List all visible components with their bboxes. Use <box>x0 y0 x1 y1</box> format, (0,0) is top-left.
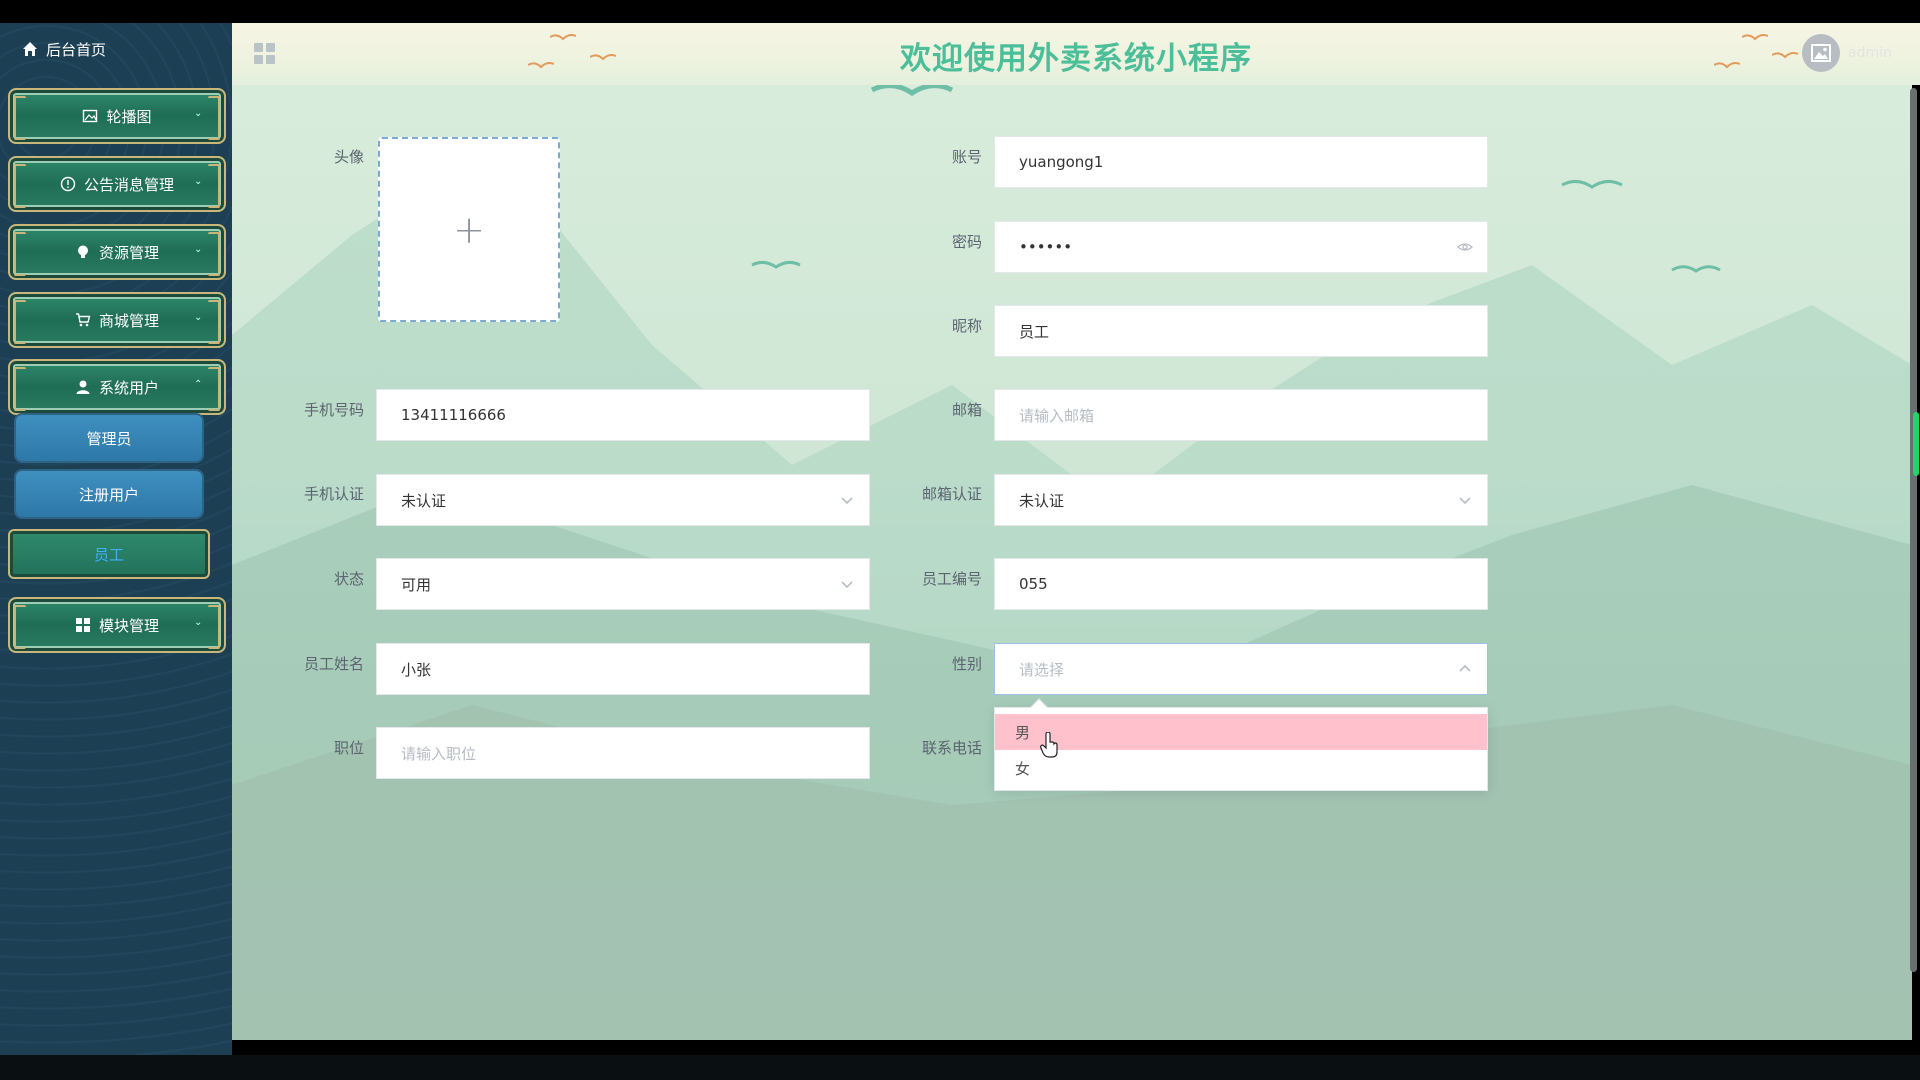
gender-option-female[interactable]: 女 <box>995 750 1487 786</box>
sidebar-subitem-label: 员工 <box>93 545 124 564</box>
option-label: 女 <box>1015 759 1031 778</box>
contact-label: 联系电话 <box>921 739 982 757</box>
sidebar-item-system-users[interactable]: 系统用户 ⌃ <box>8 359 226 415</box>
position-placeholder: 请输入职位 <box>401 744 477 763</box>
screen-top-bar <box>0 0 1920 23</box>
employee-no-value: 055 <box>1019 575 1048 593</box>
sidebar-item-label: 资源管理 <box>98 243 159 262</box>
username[interactable]: admin <box>1848 45 1892 61</box>
avatar[interactable] <box>1802 34 1840 72</box>
chevron-down-icon: ⌄ <box>194 617 203 628</box>
sidebar-subitem-label: 注册用户 <box>78 485 139 504</box>
account-value: yuangong1 <box>1019 153 1104 171</box>
gender-option-male[interactable]: 男 <box>995 714 1487 750</box>
sidebar-home-label: 后台首页 <box>46 40 107 59</box>
sidebar-subitem-employees[interactable]: 员工 <box>8 529 210 579</box>
plus-icon: + <box>453 207 485 252</box>
password-value: •••••• <box>1019 238 1073 256</box>
nickname-label: 昵称 <box>951 317 982 335</box>
email-label: 邮箱 <box>951 401 982 419</box>
nickname-input[interactable]: 员工 <box>994 305 1488 357</box>
sidebar-item-shop[interactable]: 商城管理 ⌄ <box>8 292 226 348</box>
employee-no-input[interactable]: 055 <box>994 558 1488 610</box>
status-value: 可用 <box>401 575 432 594</box>
header: 欢迎使用外卖系统小程序 admin <box>232 23 1920 85</box>
chevron-up-icon <box>1459 664 1471 672</box>
hand-cursor-icon <box>1040 732 1058 758</box>
account-label: 账号 <box>951 148 982 166</box>
sidebar-item-carousel[interactable]: 轮播图 ⌄ <box>8 88 226 144</box>
password-label: 密码 <box>951 233 982 251</box>
sidebar-item-label: 模块管理 <box>98 616 159 635</box>
phone-label: 手机号码 <box>303 401 364 419</box>
sidebar-item-resources[interactable]: 资源管理 ⌄ <box>8 224 226 280</box>
gender-dropdown: 男 女 <box>994 698 1488 791</box>
account-input[interactable]: yuangong1 <box>994 136 1488 188</box>
phone-verify-label: 手机认证 <box>303 485 364 503</box>
home-icon <box>23 42 37 56</box>
chevron-up-icon: ⌃ <box>194 379 203 390</box>
eye-icon[interactable] <box>1457 239 1473 255</box>
email-placeholder: 请输入邮箱 <box>1019 406 1095 425</box>
sidebar-item-label: 轮播图 <box>106 107 152 126</box>
avatar-label: 头像 <box>333 148 364 166</box>
sidebar-item-label: 公告消息管理 <box>83 175 174 194</box>
password-input[interactable]: •••••• <box>994 221 1488 273</box>
option-label: 男 <box>1015 723 1031 742</box>
chevron-down-icon <box>841 581 853 589</box>
phone-input[interactable]: 13411116666 <box>376 389 870 441</box>
grid-icon <box>75 618 90 632</box>
chevron-down-icon: ⌄ <box>194 108 203 119</box>
info-icon <box>60 176 76 192</box>
sidebar-home-link[interactable]: 后台首页 <box>22 37 106 61</box>
employee-name-input[interactable]: 小张 <box>376 643 870 695</box>
user-icon <box>76 380 90 394</box>
chevron-down-icon: ⌄ <box>194 312 203 323</box>
chevron-down-icon <box>1459 497 1471 505</box>
position-label: 职位 <box>333 739 364 757</box>
chevron-down-icon: ⌄ <box>194 244 203 255</box>
status-label: 状态 <box>333 570 364 588</box>
cart-icon <box>75 313 91 327</box>
chevron-down-icon: ⌄ <box>194 176 203 187</box>
phone-verify-select[interactable]: 未认证 <box>376 474 870 526</box>
gender-select[interactable]: 请选择 <box>994 643 1488 695</box>
sidebar-item-modules[interactable]: 模块管理 ⌄ <box>8 597 226 653</box>
chevron-down-icon <box>841 497 853 505</box>
gender-label: 性别 <box>951 655 982 673</box>
sidebar: 后台首页 轮播图 ⌄ 公告消息管理 ⌄ 资源管理 ⌄ 商城管理 ⌄ 系统用户 ⌃… <box>0 23 232 1055</box>
image-icon <box>83 109 98 123</box>
employee-name-label: 员工姓名 <box>303 655 364 673</box>
employee-name-value: 小张 <box>401 660 432 679</box>
nickname-value: 员工 <box>1019 322 1050 341</box>
image-icon <box>1811 44 1831 62</box>
sidebar-subitem-label: 管理员 <box>86 429 132 448</box>
scroll-indicator <box>1913 412 1919 476</box>
screen-bottom-bar <box>0 1055 1920 1080</box>
sidebar-subitem-admin[interactable]: 管理员 <box>16 415 202 461</box>
scrollbar-thumb[interactable] <box>1910 88 1917 972</box>
employee-no-label: 员工编号 <box>921 570 982 588</box>
sidebar-subitem-registered-users[interactable]: 注册用户 <box>16 471 202 517</box>
email-verify-label: 邮箱认证 <box>921 485 982 503</box>
position-input[interactable]: 请输入职位 <box>376 727 870 779</box>
avatar-upload[interactable]: + <box>378 137 560 322</box>
main-content: 头像 + 手机号码 13411116666 手机认证 未认证 状态 可用 员工姓… <box>232 85 1912 1040</box>
phone-value: 13411116666 <box>401 406 506 424</box>
bulb-icon <box>77 245 88 258</box>
email-verify-select[interactable]: 未认证 <box>994 474 1488 526</box>
gender-placeholder: 请选择 <box>1019 660 1065 679</box>
page-title: 欢迎使用外卖系统小程序 <box>900 41 1252 77</box>
sidebar-item-label: 商城管理 <box>98 311 159 330</box>
status-select[interactable]: 可用 <box>376 558 870 610</box>
sidebar-item-label: 系统用户 <box>98 378 159 397</box>
phone-verify-value: 未认证 <box>401 491 447 510</box>
email-input[interactable]: 请输入邮箱 <box>994 389 1488 441</box>
email-verify-value: 未认证 <box>1019 491 1065 510</box>
sidebar-item-announcements[interactable]: 公告消息管理 ⌄ <box>8 156 226 212</box>
